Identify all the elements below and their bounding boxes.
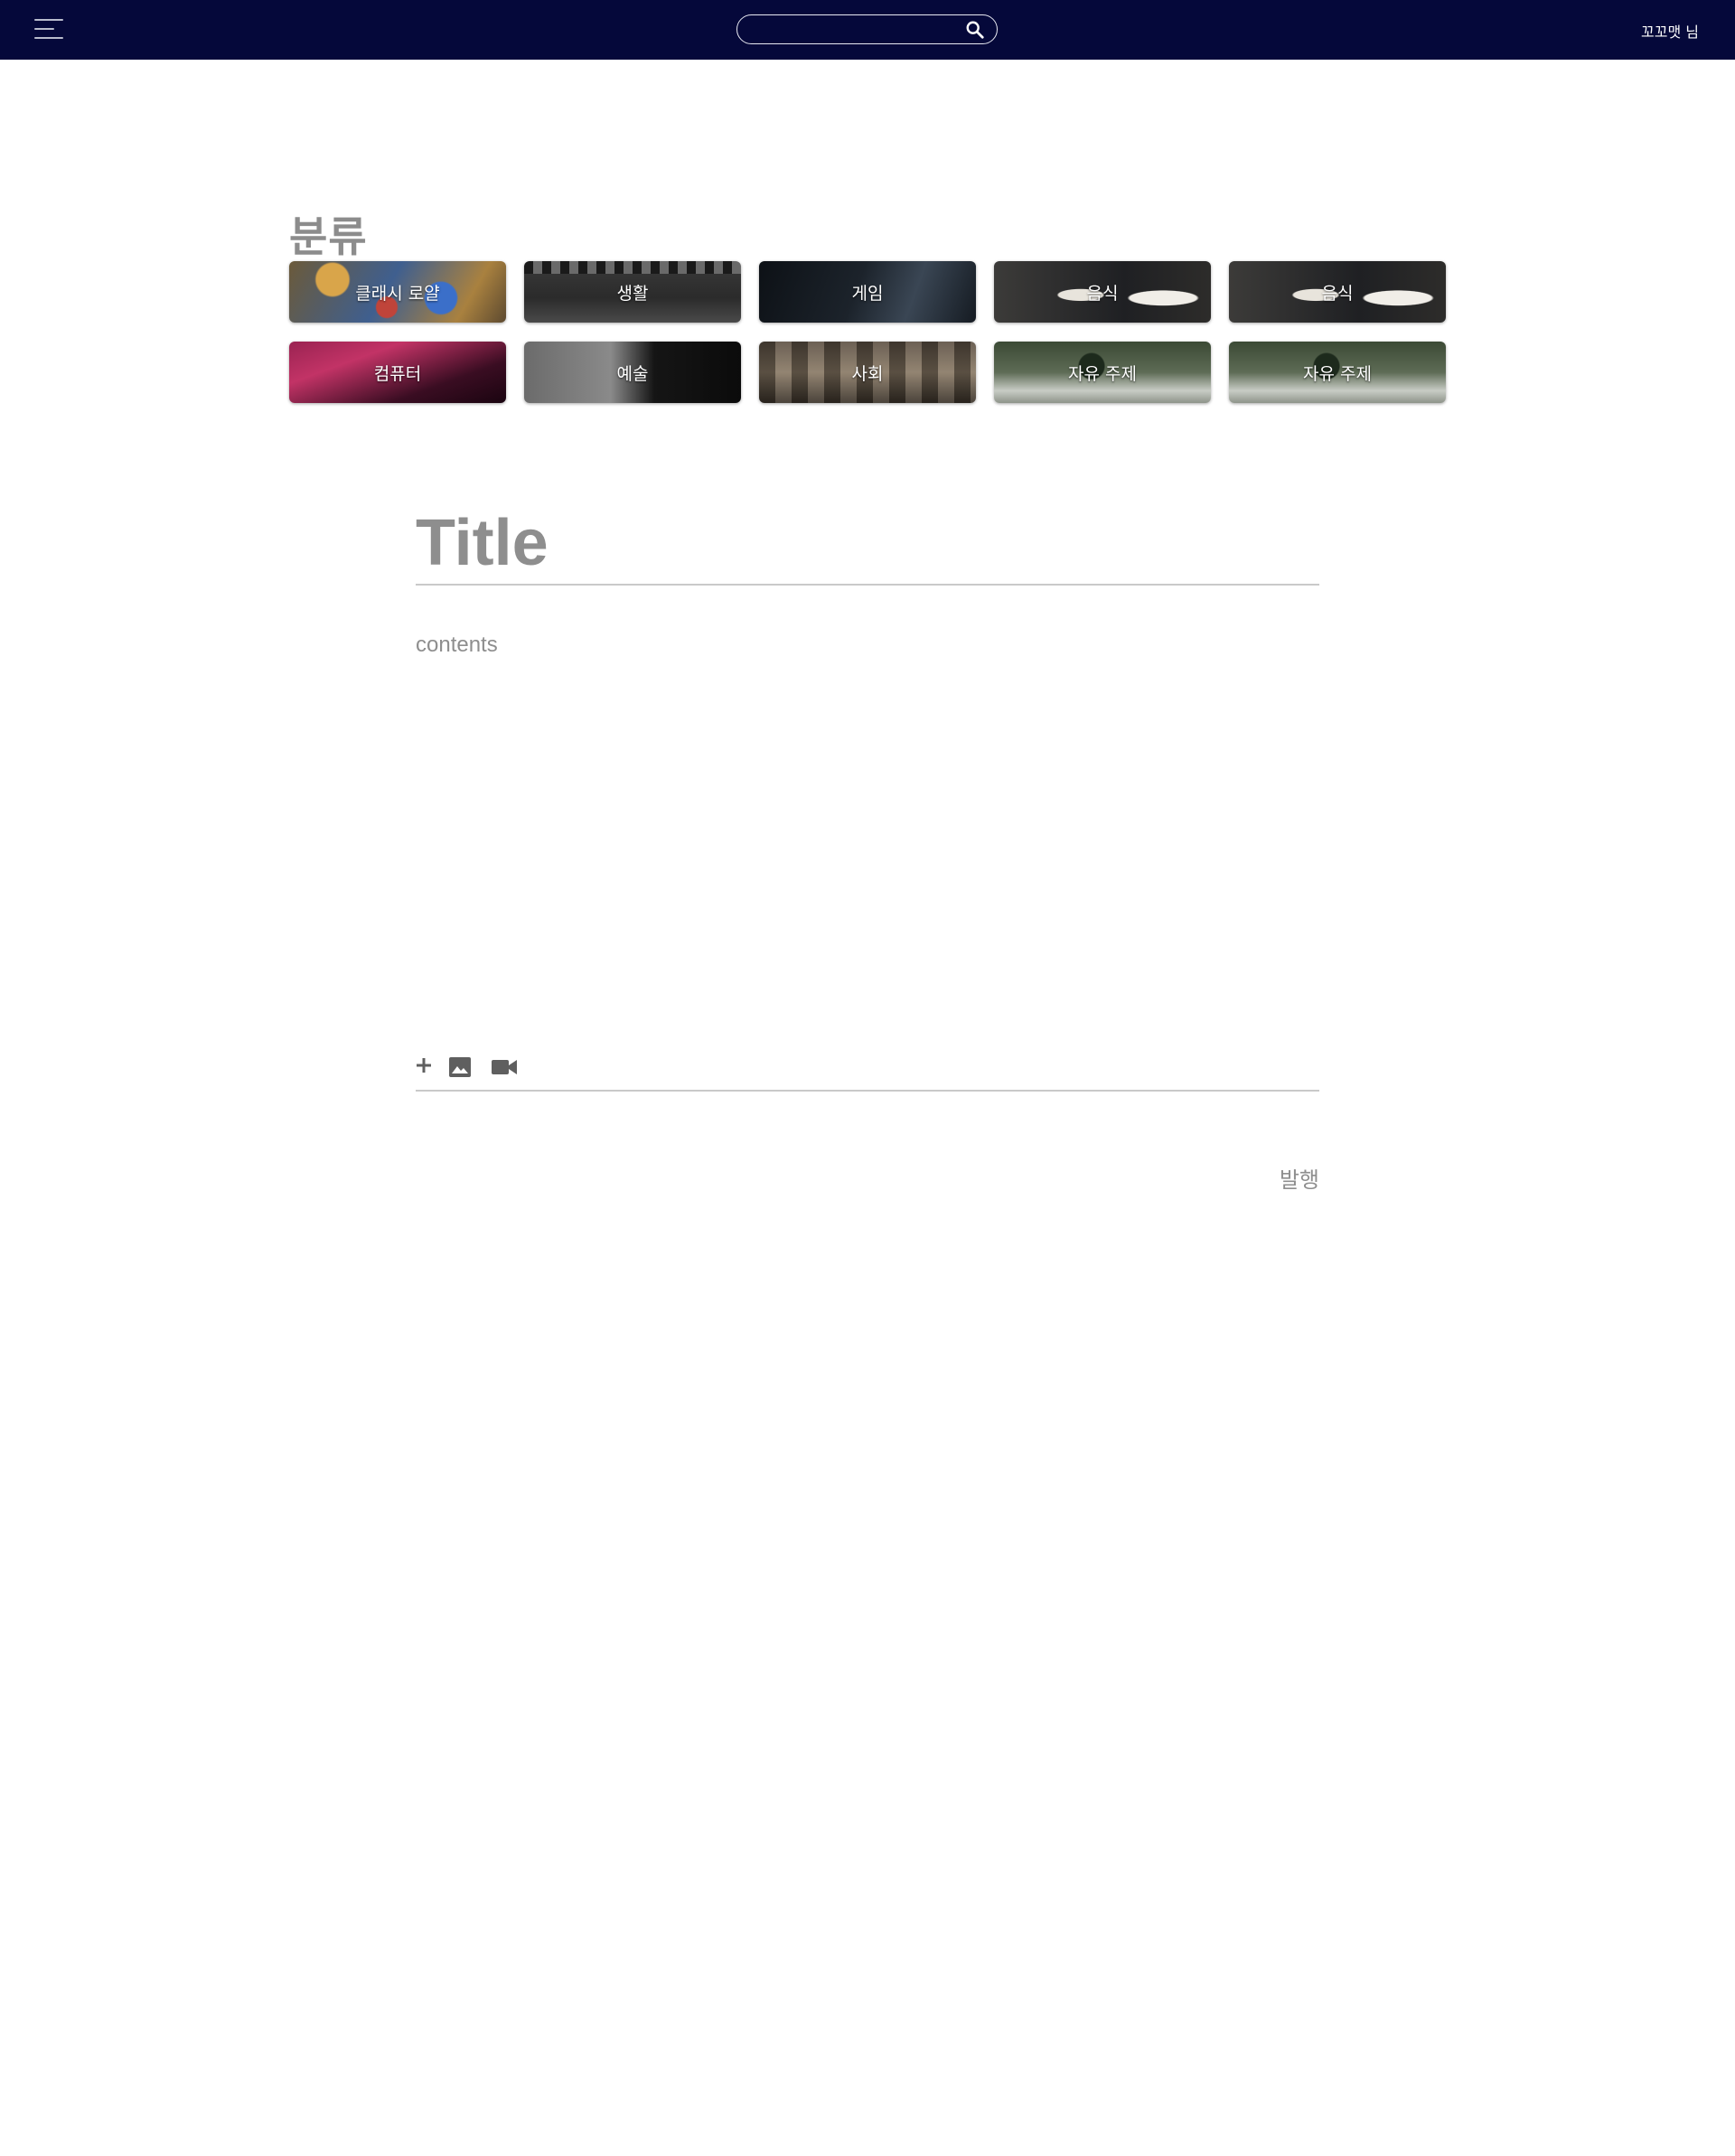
category-label: 자유 주제 [1303, 363, 1372, 384]
category-label: 자유 주제 [1068, 363, 1137, 384]
user-name-label[interactable]: 꼬꼬맷 님 [1641, 20, 1699, 42]
category-label: 게임 [851, 283, 884, 304]
category-label: 생활 [616, 283, 649, 304]
search-input[interactable] [750, 19, 958, 40]
category-card-food[interactable]: 음식 [994, 261, 1211, 323]
image-icon[interactable] [448, 1056, 472, 1078]
category-label: 예술 [616, 363, 649, 384]
search-icon[interactable] [965, 20, 985, 40]
toolbar-divider [416, 1090, 1319, 1092]
top-navbar: 꼬꼬맷 님 [0, 0, 1735, 60]
category-card-free-topic[interactable]: 자유 주제 [994, 342, 1211, 403]
category-label: 컴퓨터 [373, 363, 422, 384]
content-textarea[interactable] [416, 633, 1319, 1030]
category-label: 클래시 로얄 [355, 283, 440, 304]
title-divider [416, 584, 1319, 586]
category-card-game[interactable]: 게임 [759, 261, 976, 323]
category-card-art[interactable]: 예술 [524, 342, 741, 403]
category-grid: 클래시 로얄 생활 게임 음식 음식 컴퓨터 예술 사회 자유 주제 자유 주제 [289, 261, 1447, 404]
category-card-clash-royale[interactable]: 클래시 로얄 [289, 261, 506, 323]
publish-button[interactable]: 발행 [1265, 1162, 1319, 1193]
search-bar [736, 14, 998, 44]
category-card-food-2[interactable]: 음식 [1229, 261, 1446, 323]
category-label: 음식 [1321, 283, 1354, 304]
plus-icon[interactable] [416, 1057, 432, 1073]
category-label: 사회 [851, 363, 884, 384]
category-card-free-topic-2[interactable]: 자유 주제 [1229, 342, 1446, 403]
category-card-society[interactable]: 사회 [759, 342, 976, 403]
category-card-computer[interactable]: 컴퓨터 [289, 342, 506, 403]
hamburger-menu-icon[interactable] [34, 18, 65, 42]
category-label: 음식 [1086, 283, 1119, 304]
title-input[interactable] [416, 502, 1319, 584]
category-heading: 분류 [289, 212, 368, 261]
category-card-life[interactable]: 생활 [524, 261, 741, 323]
editor-toolbar [416, 1055, 1319, 1083]
video-camera-icon[interactable] [492, 1059, 517, 1075]
